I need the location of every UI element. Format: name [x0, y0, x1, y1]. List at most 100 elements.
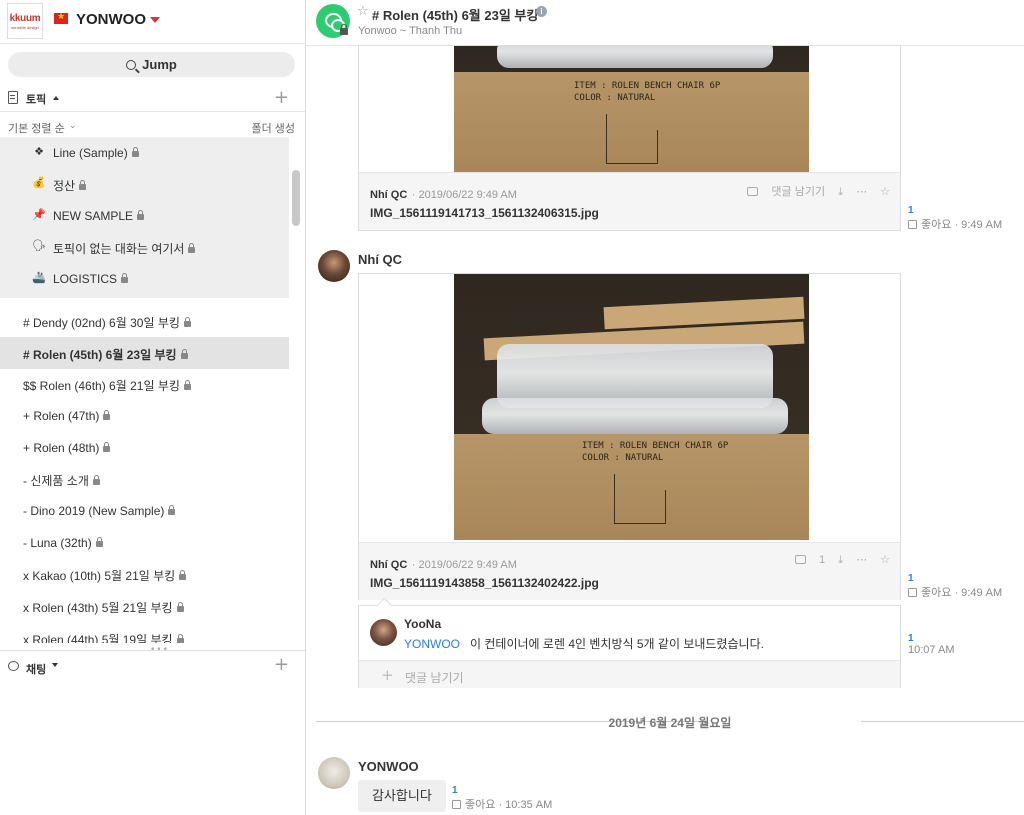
- money-bag-icon: 💰: [32, 177, 46, 189]
- message-side-meta: 1 좋아요 · 9:49 AM: [908, 573, 1002, 600]
- date-divider: 2019년 6월 24일 월요일: [316, 713, 1024, 730]
- comment-input[interactable]: + 댓글 남기기: [359, 660, 900, 688]
- speaking-head-icon: 🗣: [32, 240, 46, 252]
- image-preview[interactable]: ITEM : ROLEN BENCH CHAIR 6P COLOR : NATU…: [359, 46, 900, 172]
- sidebar-item-rolen-47th[interactable]: + Rolen (47th): [0, 400, 289, 432]
- team-header[interactable]: kkuum sensible design YONWOO: [0, 0, 305, 44]
- logo-text: kkuum: [9, 13, 41, 24]
- sidebar-item-logistics[interactable]: 🚢 LOGISTICS: [0, 263, 289, 295]
- comment-placeholder: 댓글 남기기: [405, 671, 464, 685]
- download-icon[interactable]: ⤓: [838, 185, 843, 199]
- avatar[interactable]: [318, 250, 350, 282]
- like-button[interactable]: 좋아요: [465, 799, 495, 811]
- room-members[interactable]: Yonwoo ~ Thanh Thu: [358, 25, 462, 37]
- ship-icon: 🚢: [32, 272, 46, 284]
- file-card[interactable]: ITEM : ROLEN BENCH CHAIR 6P COLOR : NATU…: [358, 45, 901, 231]
- star-icon[interactable]: ☆: [357, 4, 369, 19]
- sidebar-item-new-sample[interactable]: 📌 NEW SAMPLE: [0, 200, 289, 232]
- file-meta: Nhí QC · 2019/06/22 9:49 AM IMG_15611191…: [359, 542, 900, 600]
- sidebar-item-line-sample[interactable]: ❖ Line (Sample): [0, 137, 289, 169]
- caret-down-icon[interactable]: [52, 663, 58, 667]
- mention-link[interactable]: YONWOO: [404, 637, 460, 651]
- leave-comment-button[interactable]: 댓글 남기기: [737, 186, 825, 198]
- sidebar-scrollbar[interactable]: [292, 170, 300, 226]
- sidebar-item-rolen-45th[interactable]: # Rolen (45th) 6월 23일 부킹: [0, 337, 289, 369]
- lock-icon: [183, 380, 191, 390]
- sidebar-item-dino-2019[interactable]: - Dino 2019 (New Sample): [0, 495, 289, 527]
- sidebar-item-dendy-02nd[interactable]: # Dendy (02nd) 6월 30일 부킹: [0, 305, 289, 337]
- add-topic-button[interactable]: +: [274, 87, 289, 108]
- message-sender[interactable]: YONWOO: [358, 759, 419, 774]
- file-name[interactable]: IMG_1561119143858_1561132402422.jpg: [370, 576, 599, 590]
- chat-section-header[interactable]: 채팅 +: [0, 650, 305, 678]
- team-name[interactable]: YONWOO: [76, 11, 146, 28]
- download-icon[interactable]: ⤓: [838, 553, 843, 567]
- topic-label: + Rolen (47th): [23, 409, 100, 423]
- lock-icon: [179, 570, 187, 580]
- more-icon[interactable]: ⋯: [856, 186, 867, 198]
- avatar[interactable]: [370, 619, 397, 646]
- team-menu-caret-icon[interactable]: [150, 17, 160, 23]
- file-actions: 댓글 남기기 ⤓ ⋯ ☆: [727, 183, 890, 199]
- lock-icon: [137, 210, 145, 220]
- avatar[interactable]: [318, 757, 350, 789]
- sidebar-item-settlement[interactable]: 💰 정산: [0, 168, 289, 200]
- info-icon[interactable]: i: [536, 6, 547, 17]
- unread-count[interactable]: 1: [908, 633, 954, 644]
- star-icon[interactable]: ☆: [880, 186, 890, 198]
- room-title: # Rolen (45th) 6월 23일 부킹: [372, 8, 539, 23]
- comment-author[interactable]: YooNa: [404, 617, 441, 631]
- file-name[interactable]: IMG_1561119141713_1561132406315.jpg: [370, 206, 599, 220]
- file-sender[interactable]: Nhí QC: [370, 189, 407, 201]
- topic-label: - 신제품 소개: [23, 474, 89, 488]
- topic-section-header[interactable]: 토픽 +: [0, 84, 305, 112]
- jump-button[interactable]: Jump: [8, 52, 295, 77]
- sidebar-item-rolen-44th[interactable]: x Rolen (44th) 5월 19일 부킹: [0, 622, 289, 643]
- lock-icon: [79, 180, 87, 190]
- file-sender[interactable]: Nhí QC: [370, 559, 407, 571]
- sort-dropdown[interactable]: 기본 정렬 순: [8, 120, 65, 136]
- topic-list-icon: [8, 91, 18, 104]
- star-icon[interactable]: ☆: [880, 554, 890, 566]
- chair-drawing: [614, 474, 666, 524]
- comment-count-button[interactable]: 1: [785, 554, 825, 566]
- like-button[interactable]: 좋아요: [921, 219, 951, 231]
- box-label-text: ITEM : ROLEN BENCH CHAIR 6P COLOR : NATU…: [574, 80, 720, 104]
- topic-list: ❖ Line (Sample) 💰 정산 📌 NEW SAMPLE 🗣 토픽이 …: [0, 137, 289, 643]
- more-icon[interactable]: ⋯: [856, 554, 867, 566]
- thumbs-up-icon[interactable]: [452, 800, 461, 809]
- lock-icon: [103, 442, 111, 452]
- create-folder-button[interactable]: 폴더 생성: [251, 120, 295, 136]
- lock-icon: [103, 410, 111, 420]
- message-sender[interactable]: Nhí QC: [358, 252, 402, 267]
- unread-count[interactable]: 1: [908, 573, 1002, 584]
- jump-label: Jump: [142, 57, 177, 72]
- collapse-caret-icon[interactable]: [53, 96, 59, 100]
- plastic-wrap: [482, 398, 788, 434]
- unread-count[interactable]: 1: [452, 785, 552, 796]
- topic-label: NEW SAMPLE: [53, 209, 134, 223]
- sidebar-item-new-product[interactable]: - 신제품 소개: [0, 463, 289, 495]
- file-sender-line: Nhí QC · 2019/06/22 9:49 AM: [370, 185, 517, 203]
- sidebar-item-rolen-46th[interactable]: $$ Rolen (46th) 6월 21일 부킹: [0, 368, 289, 400]
- message-time: 9:49 AM: [961, 219, 1003, 231]
- chevron-down-icon[interactable]: ⌄: [69, 121, 77, 131]
- add-chat-button[interactable]: +: [274, 654, 289, 675]
- topic-label: LOGISTICS: [53, 272, 118, 286]
- message-bubble[interactable]: 감사합니다: [358, 780, 446, 812]
- thumbs-up-icon[interactable]: [908, 220, 917, 229]
- sidebar-item-no-topic-chat[interactable]: 🗣 토픽이 없는 대화는 여기서: [0, 231, 289, 263]
- plastic-wrap: [496, 46, 774, 68]
- image-preview[interactable]: ITEM : ROLEN BENCH CHAIR 6P COLOR : NATU…: [359, 274, 900, 542]
- thumbs-up-icon[interactable]: [908, 588, 917, 597]
- topic-label: - Luna (32th): [23, 536, 92, 550]
- sidebar-item-rolen-43th[interactable]: x Rolen (43th) 5월 21일 부킹: [0, 590, 289, 622]
- sidebar-item-rolen-48th[interactable]: + Rolen (48th): [0, 432, 289, 464]
- message-time: · 10:35 AM: [498, 799, 553, 811]
- unread-count[interactable]: 1: [908, 205, 1002, 216]
- like-button[interactable]: 좋아요: [921, 587, 951, 599]
- sidebar-item-kakao-10th[interactable]: x Kakao (10th) 5월 21일 부킹: [0, 558, 289, 590]
- date-label: 2019년 6월 24일 월요일: [608, 716, 732, 730]
- sidebar-item-luna-32th[interactable]: - Luna (32th): [0, 527, 289, 559]
- file-card[interactable]: ITEM : ROLEN BENCH CHAIR 6P COLOR : NATU…: [358, 273, 901, 600]
